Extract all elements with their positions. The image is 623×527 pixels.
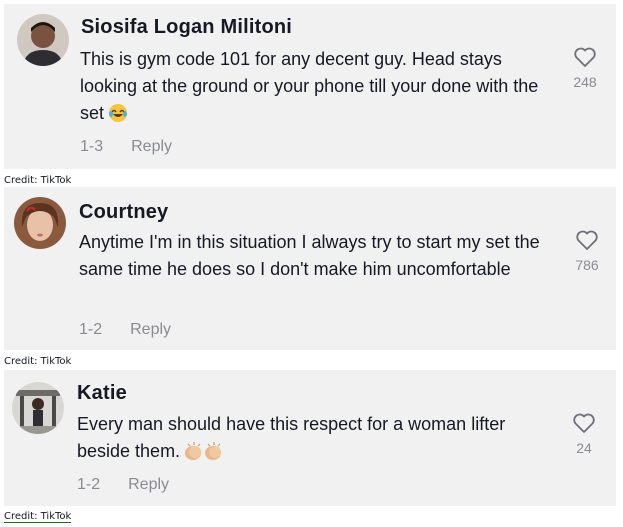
comment-card: Katie Every man should have this respect… (4, 370, 616, 506)
image-credit: Credit: TikTok (4, 356, 72, 367)
reply-button[interactable]: Reply (131, 138, 172, 155)
like-button[interactable]: 24 (564, 412, 604, 456)
like-button[interactable]: 786 (567, 229, 607, 273)
comment-meta: 1-2 Reply (79, 321, 171, 339)
like-count: 24 (576, 440, 592, 456)
comment-text: This is gym code 101 for any decent guy.… (80, 46, 550, 131)
laughing-tears-emoji-icon (108, 103, 128, 131)
image-credit: Credit: TikTok (4, 511, 72, 523)
heart-outline-icon[interactable] (572, 412, 596, 434)
comment-meta: 1-2 Reply (77, 476, 169, 494)
like-count: 248 (573, 74, 597, 90)
clapping-hands-emoji-icon (184, 441, 224, 469)
comment-date: 1-3 (80, 138, 104, 155)
comment-username[interactable]: Siosifa Logan Militoni (81, 16, 292, 39)
comment-date: 1-2 (79, 321, 103, 338)
avatar[interactable] (17, 14, 69, 66)
comment-card: Siosifa Logan Militoni This is gym code … (4, 4, 616, 169)
heart-outline-icon[interactable] (573, 46, 597, 68)
comment-meta: 1-3 Reply (80, 138, 172, 156)
heart-outline-icon[interactable] (575, 229, 599, 251)
comment-username[interactable]: Courtney (79, 201, 168, 224)
avatar[interactable] (14, 197, 66, 249)
comment-text: Anytime I'm in this situation I always t… (79, 232, 540, 279)
reply-button[interactable]: Reply (128, 476, 169, 493)
reply-button[interactable]: Reply (130, 321, 171, 338)
comment-date: 1-2 (77, 476, 101, 493)
like-count: 786 (575, 257, 599, 273)
image-credit: Credit: TikTok (4, 175, 72, 186)
comment-username[interactable]: Katie (77, 382, 127, 405)
like-button[interactable]: 248 (565, 46, 605, 90)
avatar[interactable] (12, 382, 64, 434)
comment-card: Courtney Anytime I'm in this situation I… (4, 187, 616, 350)
comment-text: Every man should have this respect for a… (77, 411, 547, 469)
